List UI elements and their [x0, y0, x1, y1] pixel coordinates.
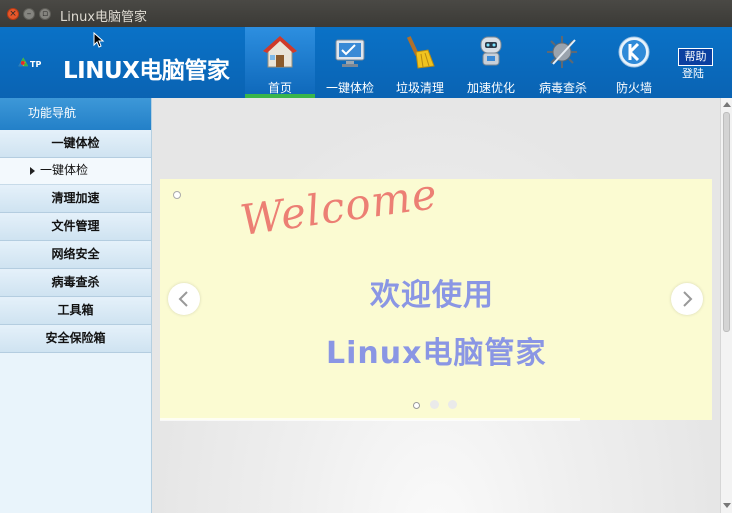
- sidebar-section-check[interactable]: 一键体检: [0, 130, 151, 158]
- home-icon: [262, 36, 298, 68]
- chevron-right-icon: [683, 291, 693, 307]
- carousel-dot-2[interactable]: [430, 400, 439, 409]
- carousel-prev-button[interactable]: [168, 283, 200, 315]
- carousel-dot-1[interactable]: [413, 402, 420, 409]
- broom-icon: [406, 36, 435, 69]
- sidebar-item-check[interactable]: 一键体检: [0, 158, 151, 185]
- sidebar-section-files[interactable]: 文件管理: [0, 213, 151, 241]
- nav-virus[interactable]: 病毒查杀: [527, 27, 599, 98]
- nav-check-label: 一键体检: [325, 81, 374, 95]
- brand-name: LINUX电脑管家: [63, 58, 230, 84]
- scroll-up-icon[interactable]: [723, 102, 731, 107]
- banner-line-1: 欢迎使用: [370, 278, 494, 313]
- nav-home[interactable]: 首页: [245, 27, 315, 98]
- firewall-shield-icon: [618, 36, 650, 68]
- window-maximize-button[interactable]: ▫: [39, 8, 51, 20]
- login-link[interactable]: 登陆: [682, 65, 704, 81]
- window-minimize-button[interactable]: –: [23, 8, 35, 20]
- banner-line-2: Linux电脑管家: [326, 336, 547, 371]
- window-close-button[interactable]: ×: [7, 8, 19, 20]
- scroll-down-icon[interactable]: [723, 503, 731, 508]
- vertical-scrollbar[interactable]: [720, 98, 732, 513]
- sidebar-section-tools[interactable]: 工具箱: [0, 297, 151, 325]
- mouse-cursor-icon: [93, 32, 105, 48]
- nav-optimize-label: 加速优化: [466, 81, 515, 95]
- nav-clean-label: 垃圾清理: [395, 81, 444, 95]
- sidebar-section-vault[interactable]: 安全保险箱: [0, 325, 151, 353]
- window-titlebar: × – ▫ Linux电脑管家: [0, 0, 732, 27]
- help-button[interactable]: 帮助: [678, 48, 713, 66]
- maximize-icon: ▫: [41, 9, 49, 19]
- sidebar-section-clean[interactable]: 清理加速: [0, 185, 151, 213]
- sidebar-item-check-label: 一键体检: [40, 163, 89, 177]
- sidebar-section-virus[interactable]: 病毒查杀: [0, 269, 151, 297]
- nav-virus-label: 病毒查杀: [538, 81, 587, 95]
- window-title: Linux电脑管家: [60, 10, 148, 25]
- carousel-dot-3[interactable]: [448, 400, 457, 409]
- chevron-left-icon: [178, 291, 188, 307]
- banner-reflection: [160, 418, 580, 421]
- sidebar-title: 功能导航: [0, 98, 151, 130]
- minimize-icon: –: [26, 9, 32, 19]
- nav-firewall-label: 防火墙: [615, 81, 652, 95]
- nav-clean[interactable]: 垃圾清理: [385, 27, 455, 98]
- monitor-check-icon: [335, 39, 365, 67]
- app-logo: [18, 57, 29, 67]
- expand-arrow-icon: [30, 167, 35, 175]
- robot-boost-icon: [480, 36, 502, 66]
- sidebar-section-network[interactable]: 网络安全: [0, 241, 151, 269]
- virus-scan-icon: [547, 36, 577, 68]
- logo-badge: TP: [30, 60, 42, 69]
- scrollbar-thumb[interactable]: [723, 112, 730, 332]
- banner-corner-dot: [173, 191, 181, 199]
- close-icon: ×: [9, 9, 17, 19]
- carousel-next-button[interactable]: [671, 283, 703, 315]
- nav-home-label: 首页: [267, 81, 292, 95]
- nav-firewall[interactable]: 防火墙: [599, 27, 669, 98]
- nav-optimize[interactable]: 加速优化: [455, 27, 527, 98]
- nav-check[interactable]: 一键体检: [315, 27, 385, 98]
- sidebar: 功能导航 一键体检 一键体检 清理加速 文件管理 网络安全 病毒查杀 工具箱 安…: [0, 98, 152, 513]
